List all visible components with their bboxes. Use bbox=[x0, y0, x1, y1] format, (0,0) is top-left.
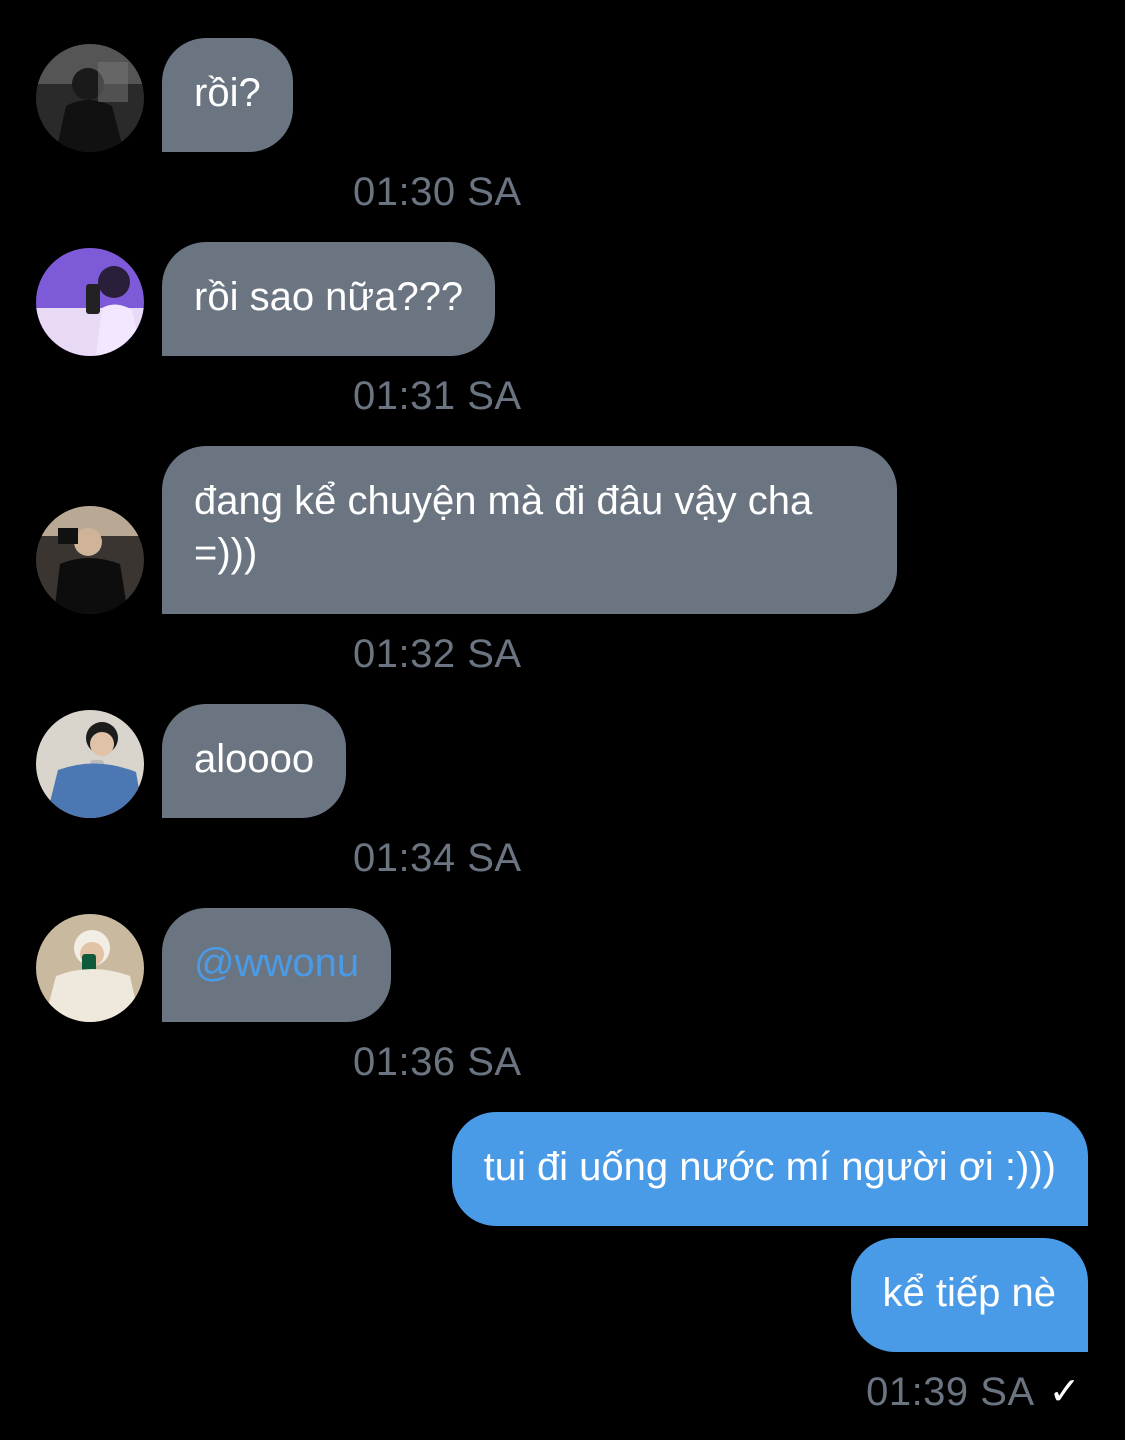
user-avatar[interactable] bbox=[36, 506, 144, 614]
user-avatar[interactable] bbox=[36, 914, 144, 1022]
avatar-photo-icon bbox=[36, 248, 144, 356]
message-timestamp: 01:32 SA bbox=[353, 632, 522, 676]
incoming-message-bubble[interactable]: rồi? bbox=[162, 38, 293, 152]
user-avatar[interactable] bbox=[36, 248, 144, 356]
user-mention-link[interactable]: @wwonu bbox=[194, 941, 359, 985]
incoming-message-bubble[interactable]: rồi sao nữa??? bbox=[162, 242, 496, 356]
message-timestamp: 01:34 SA bbox=[353, 836, 522, 880]
incoming-message-bubble[interactable]: aloooo bbox=[162, 704, 347, 818]
user-avatar[interactable] bbox=[36, 710, 144, 818]
avatar-photo-icon bbox=[36, 506, 144, 614]
incoming-message-bubble[interactable]: đang kể chuyện mà đi đâu vậy cha =))) bbox=[162, 446, 897, 614]
message-timestamp: 01:31 SA bbox=[353, 374, 522, 418]
outgoing-timestamp-row: 01:39 SA ✓ bbox=[866, 1370, 1081, 1414]
incoming-message-bubble[interactable]: @wwonu bbox=[162, 908, 392, 1022]
avatar-photo-icon bbox=[36, 710, 144, 818]
user-avatar[interactable] bbox=[36, 44, 144, 152]
outgoing-message-bubble[interactable]: kể tiếp nè bbox=[850, 1238, 1088, 1352]
avatar-photo-icon bbox=[36, 44, 144, 152]
message-timestamp: 01:30 SA bbox=[353, 170, 522, 214]
message-timestamp: 01:39 SA bbox=[866, 1370, 1035, 1414]
read-check-icon: ✓ bbox=[1048, 1371, 1081, 1413]
outgoing-message-bubble[interactable]: tui đi uống nước mí người ơi :))) bbox=[451, 1112, 1088, 1226]
message-timestamp: 01:36 SA bbox=[353, 1040, 522, 1084]
avatar-photo-icon bbox=[36, 914, 144, 1022]
